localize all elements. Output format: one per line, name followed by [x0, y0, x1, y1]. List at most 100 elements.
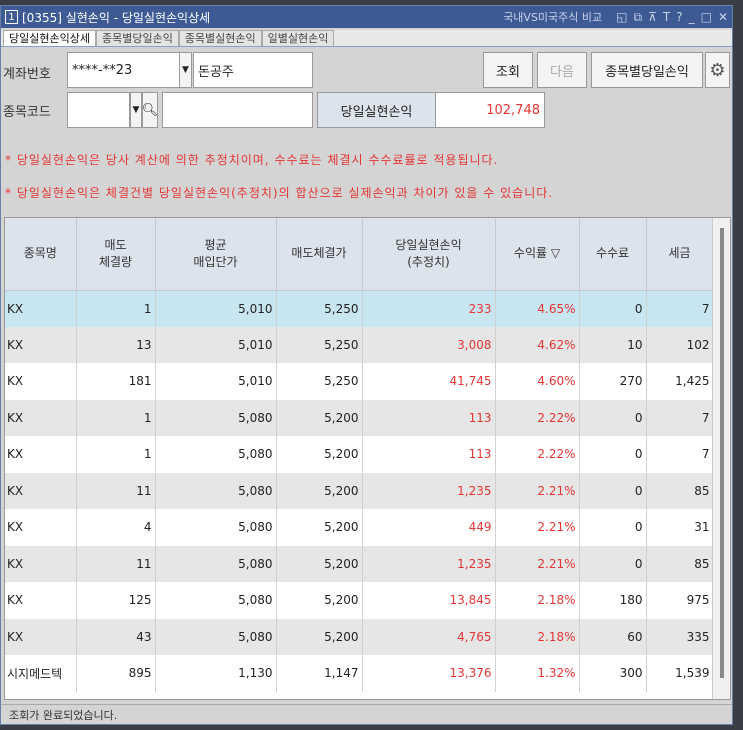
table-cell: KX	[5, 618, 77, 655]
table-cell: KX	[5, 363, 77, 400]
table-cell: 0	[579, 399, 647, 436]
table-row[interactable]: KX 43 5,080 5,200 4,765 2.18% 60 335	[5, 618, 714, 655]
table-row[interactable]: KX 11 5,080 5,200 1,235 2.21% 0 85	[5, 545, 714, 582]
table-cell: 5,080	[155, 472, 277, 509]
table-cell: 5,200	[276, 545, 363, 582]
table-row[interactable]: KX 1 5,080 5,200 113 2.22% 0 7	[5, 399, 714, 436]
table-cell: 113	[362, 399, 496, 436]
table-cell: 2.22%	[495, 399, 580, 436]
table-cell: 5,010	[155, 290, 277, 327]
minimize-icon[interactable]: _	[689, 10, 695, 24]
table-cell: 2.21%	[495, 545, 580, 582]
notice-2: * 당일실현손익은 체결건별 당일실현손익(추정치)의 합산으로 실제손익과 차…	[5, 186, 554, 200]
table-cell: 7	[646, 436, 714, 473]
header-label: 종목명	[23, 246, 57, 261]
pin-icon[interactable]: ⊼	[648, 10, 657, 24]
table-cell: 5,200	[276, 509, 363, 546]
table-cell: 85	[646, 545, 714, 582]
table-row[interactable]: KX 11 5,080 5,200 1,235 2.21% 0 85	[5, 472, 714, 509]
header-label: 수익률 ▽	[513, 246, 561, 261]
daily-pl-value: 102,748	[435, 92, 545, 128]
table-cell: 1,130	[155, 655, 277, 692]
table-cell: 2.21%	[495, 509, 580, 546]
help-icon[interactable]: ?	[676, 10, 682, 24]
title-bar: 1 [0355] 실현손익 - 당일실현손익상세 국내VS미국주식 비교 ◱ ⧉…	[1, 6, 732, 28]
table-row[interactable]: KX 13 5,010 5,250 3,008 4.62% 10 102	[5, 326, 714, 363]
column-header[interactable]: 세금	[646, 218, 714, 291]
code-dropdown-icon[interactable]: ▼	[130, 92, 142, 128]
gear-icon[interactable]: ⚙	[705, 52, 730, 88]
table-cell: 85	[646, 472, 714, 509]
table-cell: 5,080	[155, 509, 277, 546]
window: 1 [0355] 실현손익 - 당일실현손익상세 국내VS미국주식 비교 ◱ ⧉…	[0, 5, 733, 725]
table-cell: 3,008	[362, 326, 496, 363]
table-cell: 180	[579, 582, 647, 619]
header-label: (추정치)	[407, 254, 450, 269]
table-cell: 895	[76, 655, 156, 692]
tab-stock-realized[interactable]: 종목별실현손익	[178, 30, 262, 46]
column-header[interactable]: 종목명	[5, 218, 77, 291]
account-dropdown-icon[interactable]: ▼	[179, 52, 192, 88]
by-stock-button[interactable]: 종목별당일손익	[591, 52, 703, 88]
compare-link[interactable]: 국내VS미국주식 비교	[503, 9, 602, 25]
table-cell: 975	[646, 582, 714, 619]
table-cell: 5,080	[155, 545, 277, 582]
table-cell: 2.22%	[495, 436, 580, 473]
column-header[interactable]: 수수료	[579, 218, 647, 291]
table-cell: 0	[579, 545, 647, 582]
account-name: 돈공주	[193, 52, 313, 88]
vertical-scrollbar[interactable]	[712, 218, 730, 699]
daily-pl-label: 당일실현손익	[317, 92, 436, 128]
window-number: 1	[5, 10, 18, 24]
column-header[interactable]: 당일실현손익 (추정치)	[362, 218, 496, 291]
tab-daily-realized[interactable]: 일별실현손익	[261, 30, 335, 46]
column-header[interactable]: 매도체결가	[276, 218, 363, 291]
header-label: 세금	[668, 246, 691, 261]
table-cell: 13	[76, 326, 156, 363]
status-bar: 조회가 완료되었습니다.	[1, 704, 732, 724]
text-icon[interactable]: T	[663, 10, 670, 24]
table-cell: 113	[362, 436, 496, 473]
account-input[interactable]: ****-**23	[67, 52, 180, 88]
code-input[interactable]	[67, 92, 130, 128]
scrollbar-thumb[interactable]	[720, 228, 724, 678]
table-cell: 5,080	[155, 618, 277, 655]
column-header[interactable]: 평균매입단가	[155, 218, 277, 291]
table-cell: 43	[76, 618, 156, 655]
table-row[interactable]: KX 4 5,080 5,200 449 2.21% 0 31	[5, 509, 714, 546]
account-label: 계좌번호	[3, 67, 51, 82]
table-cell: 5,010	[155, 363, 277, 400]
table-row[interactable]: KX 181 5,010 5,250 41,745 4.60% 270 1,425	[5, 363, 714, 400]
restore-icon[interactable]: ◱	[616, 10, 627, 24]
tab-daily-detail[interactable]: 당일실현손익상세	[3, 30, 96, 46]
table-cell: KX	[5, 326, 77, 363]
table-cell: 270	[579, 363, 647, 400]
table-cell: 10	[579, 326, 647, 363]
table-row[interactable]: KX 125 5,080 5,200 13,845 2.18% 180 975	[5, 582, 714, 619]
column-header[interactable]: 매도 체결량	[76, 218, 156, 291]
maximize-icon[interactable]: □	[701, 10, 712, 24]
close-icon[interactable]: ✕	[718, 10, 728, 24]
table-row[interactable]: 시지메드텍 895 1,130 1,147 13,376 1.32% 300 1,539	[5, 655, 714, 692]
search-button[interactable]: 조회	[483, 52, 533, 88]
copy-icon[interactable]: ⧉	[634, 10, 643, 25]
table-cell: 5,250	[276, 363, 363, 400]
table-row[interactable]: KX 1 5,080 5,200 113 2.22% 0 7	[5, 436, 714, 473]
status-text: 조회가 완료되었습니다.	[9, 708, 118, 722]
header-label: 평균	[204, 237, 227, 252]
table-cell: 41,745	[362, 363, 496, 400]
table-cell: 5,200	[276, 618, 363, 655]
next-button[interactable]: 다음	[537, 52, 587, 88]
table-cell: 5,250	[276, 326, 363, 363]
search-icon[interactable]: 🔍︎	[142, 92, 158, 128]
column-header[interactable]: 수익률 ▽	[495, 218, 580, 291]
table-cell: 31	[646, 509, 714, 546]
table-cell: 4,765	[362, 618, 496, 655]
table-row[interactable]: KX 1 5,010 5,250 233 4.65% 0 7	[5, 290, 714, 327]
tab-stock-daily[interactable]: 종목별당일손익	[95, 30, 179, 46]
header-label: 체결량	[98, 254, 133, 269]
table-cell: KX	[5, 509, 77, 546]
table-cell: 102	[646, 326, 714, 363]
header-label: 매입단가	[193, 254, 238, 269]
table-cell: 4.60%	[495, 363, 580, 400]
